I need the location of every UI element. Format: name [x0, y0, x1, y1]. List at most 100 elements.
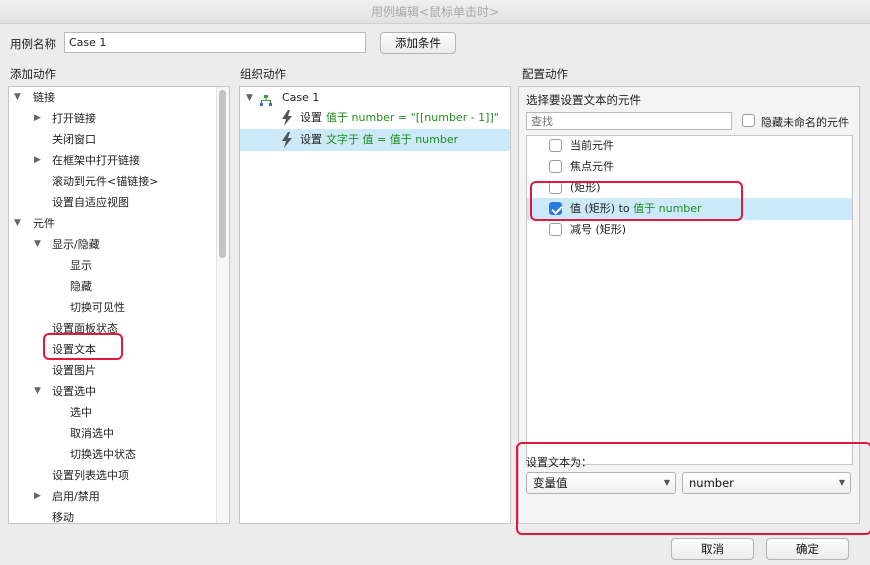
- tree-item-label: 切换可见性: [70, 301, 125, 314]
- organize-action-row[interactable]: 设置 值于 number = "[[number - 1]]": [240, 107, 510, 129]
- case-expand-arrow[interactable]: ▼: [246, 87, 253, 109]
- variable-select[interactable]: number ▼: [682, 472, 851, 494]
- tree-item-label: 显示: [70, 259, 92, 272]
- tree-item-label: 设置自适应视图: [52, 196, 129, 209]
- action-prefix: 设置: [300, 133, 322, 146]
- hide-unnamed-checkbox[interactable]: [742, 114, 755, 127]
- tree-item[interactable]: 切换可见性: [9, 297, 229, 318]
- action-detail: 文字于 值 = 值于 number: [326, 133, 459, 146]
- tree-item[interactable]: 设置列表选中项: [9, 465, 229, 486]
- widget-checkbox[interactable]: [549, 139, 562, 152]
- cancel-button[interactable]: 取消: [671, 538, 754, 560]
- widget-label: 值 (矩形) to 值于 number: [570, 198, 702, 220]
- tree-item[interactable]: 关闭窗口: [9, 129, 229, 150]
- chevron-right-icon[interactable]: ▶: [34, 108, 41, 129]
- chevron-down-icon[interactable]: ▼: [14, 87, 21, 108]
- action-detail: 值于 number = "[[number - 1]]": [326, 111, 499, 124]
- widget-list: 当前元件 焦点元件 (矩形) 值 (矩形) to 值于 number 减号 (矩…: [526, 135, 853, 465]
- tree-item[interactable]: 隐藏: [9, 276, 229, 297]
- case-name-label: 用例名称: [10, 37, 56, 51]
- widget-row[interactable]: 当前元件: [527, 135, 852, 157]
- tree-item[interactable]: 取消选中: [9, 423, 229, 444]
- tree-item[interactable]: 设置自适应视图: [9, 192, 229, 213]
- chevron-right-icon[interactable]: ▶: [34, 150, 41, 171]
- tree-item-label: 移动: [52, 511, 74, 524]
- chevron-down-icon[interactable]: ▼: [14, 213, 21, 234]
- widget-checkbox[interactable]: [549, 181, 562, 194]
- tree-item-label: 在框架中打开链接: [52, 154, 140, 167]
- tree-item-label: 关闭窗口: [52, 133, 96, 146]
- widget-row[interactable]: 减号 (矩形): [527, 219, 852, 241]
- tree-item-label: 设置列表选中项: [52, 469, 129, 482]
- widget-search-input[interactable]: [526, 112, 732, 130]
- tree-item[interactable]: ▼ 设置选中: [9, 381, 229, 402]
- ok-button[interactable]: 确定: [766, 538, 849, 560]
- tree-item-label: 设置面板状态: [52, 322, 118, 335]
- tree-item-label: 元件: [33, 217, 55, 230]
- add-action-panel: ▼ 链接 ▶ 打开链接关闭窗口 ▶ 在框架中打开链接滚动到元件<锚链接> 设置自适应视图 ▼ 元…: [8, 86, 230, 524]
- tree-item[interactable]: ▶ 打开链接: [9, 108, 229, 129]
- tree-item-label: 选中: [70, 406, 92, 419]
- tree-item[interactable]: 滚动到元件<锚链接>: [9, 171, 229, 192]
- add-action-scrolltrack[interactable]: [216, 87, 229, 523]
- tree-item[interactable]: ▼ 显示/隐藏: [9, 234, 229, 255]
- tree-item[interactable]: 选中: [9, 402, 229, 423]
- widget-row-selected[interactable]: 值 (矩形) to 值于 number: [527, 198, 852, 220]
- lightning-icon: [282, 110, 292, 126]
- case-label: Case 1: [282, 91, 320, 104]
- select-widget-label: 选择要设置文本的元件: [526, 93, 641, 107]
- chevron-down-icon[interactable]: ▼: [34, 234, 41, 255]
- widget-label: 减号 (矩形): [570, 223, 627, 236]
- tree-item[interactable]: 切换选中状态: [9, 444, 229, 465]
- tree-item[interactable]: 设置面板状态: [9, 318, 229, 339]
- lightning-icon: [282, 132, 292, 148]
- organize-action-panel: ▼ Case 1 设置 值于 number = "[[number - 1]]"…: [239, 86, 511, 524]
- tree-item-label: 设置选中: [52, 385, 96, 398]
- chevron-down-icon: ▼: [663, 478, 670, 487]
- widget-label-prefix: 值 (矩形) to: [570, 202, 634, 215]
- set-text-label: 设置文本为：: [526, 456, 592, 469]
- tree-item-label: 打开链接: [52, 112, 96, 125]
- configure-action-panel: 选择要设置文本的元件 隐藏未命名的元件 当前元件 焦点元件 (矩形) 值 (矩形…: [518, 86, 860, 524]
- case-name-input[interactable]: [64, 32, 366, 53]
- tree-item[interactable]: 设置图片: [9, 360, 229, 381]
- text-type-value: 变量值: [533, 476, 568, 490]
- tree-item-label: 链接: [33, 91, 55, 104]
- tree-item-label: 隐藏: [70, 280, 92, 293]
- organize-action-row-selected[interactable]: 设置 文字于 值 = 值于 number: [240, 129, 510, 151]
- widget-row[interactable]: 焦点元件: [527, 156, 852, 178]
- tree-item-label: 设置文本: [52, 343, 96, 356]
- tree-item-label: 滚动到元件<锚链接>: [52, 175, 159, 188]
- widget-label: 焦点元件: [570, 160, 614, 173]
- organize-action-title: 组织动作: [240, 67, 286, 81]
- add-condition-button[interactable]: 添加条件: [380, 32, 456, 54]
- chevron-right-icon[interactable]: ▶: [34, 486, 41, 507]
- widget-label: 当前元件: [570, 139, 614, 152]
- widget-checkbox[interactable]: [549, 223, 562, 236]
- widget-row[interactable]: (矩形): [527, 177, 852, 199]
- configure-action-title: 配置动作: [522, 67, 568, 81]
- tree-item-label: 显示/隐藏: [52, 238, 100, 251]
- text-type-select[interactable]: 变量值 ▼: [526, 472, 676, 494]
- tree-item[interactable]: 显示: [9, 255, 229, 276]
- widget-label-suffix: 值于 number: [633, 202, 702, 215]
- tree-item[interactable]: ▼ 链接: [9, 87, 229, 108]
- tree-item[interactable]: 设置文本: [9, 339, 229, 360]
- variable-value: number: [689, 476, 734, 490]
- tree-item[interactable]: ▼ 元件: [9, 213, 229, 234]
- tree-item[interactable]: ▶ 在框架中打开链接: [9, 150, 229, 171]
- window-title: 用例编辑<鼠标单击时>: [0, 0, 870, 24]
- widget-checkbox[interactable]: [549, 160, 562, 173]
- chevron-down-icon[interactable]: ▼: [34, 381, 41, 402]
- case-row[interactable]: ▼ Case 1: [240, 87, 510, 109]
- add-action-scrollbar[interactable]: [219, 90, 226, 258]
- tree-item[interactable]: ▶ 启用/禁用: [9, 486, 229, 507]
- tree-item-label: 切换选中状态: [70, 448, 136, 461]
- tree-item-label: 取消选中: [70, 427, 114, 440]
- tree-item[interactable]: 移动: [9, 507, 229, 528]
- widget-label: (矩形): [570, 181, 601, 194]
- tree-item-label: 启用/禁用: [52, 490, 100, 503]
- widget-checkbox-checked[interactable]: [549, 202, 562, 215]
- add-action-title: 添加动作: [10, 67, 56, 81]
- hide-unnamed-label: 隐藏未命名的元件: [761, 116, 849, 129]
